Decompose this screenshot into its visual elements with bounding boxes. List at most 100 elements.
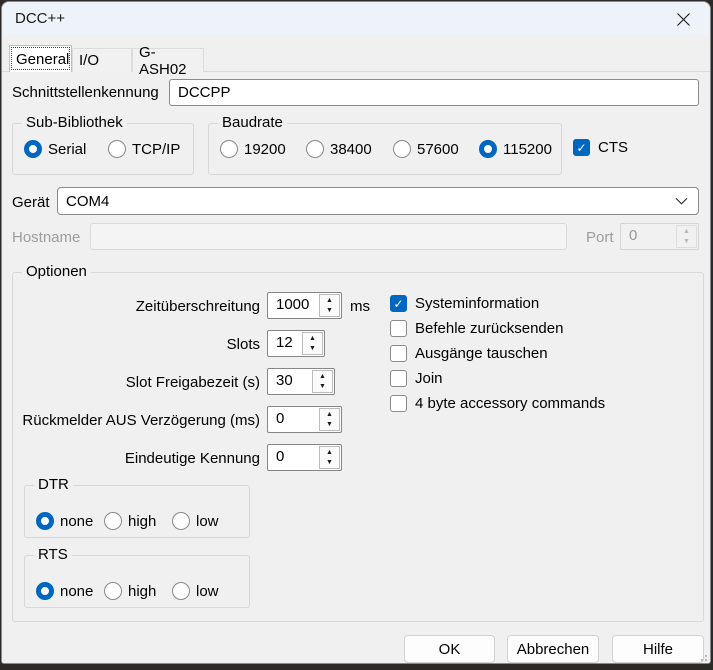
resize-grip[interactable] — [697, 651, 707, 661]
join-checkbox-label: Join — [415, 369, 443, 388]
device-combobox-value: COM4 — [66, 193, 109, 210]
radio-icon — [104, 512, 122, 530]
dtr-radio-low-label: low — [196, 513, 219, 530]
radio-baud-115200[interactable]: 115200 — [479, 139, 552, 159]
device-label: Gerät — [12, 194, 50, 211]
swap-outputs-checkbox[interactable]: ✓ Ausgänge tauschen — [390, 344, 548, 363]
radio-tcpip-label: TCP/IP — [132, 141, 180, 158]
spin-down-icon[interactable]: ▼ — [320, 420, 339, 431]
spin-down-icon: ▼ — [677, 237, 696, 248]
dtr-radio-none-label: none — [60, 513, 93, 530]
tab-g-ash02[interactable]: G-ASH02 — [132, 48, 204, 72]
dcc-settings-dialog: DCC++ General I/O G-ASH02 Schnittstellen… — [1, 1, 711, 664]
radio-icon — [36, 582, 54, 600]
rts-radio-high-label: high — [128, 583, 156, 600]
interface-id-label: Schnittstellenkennung — [12, 84, 159, 101]
dtr-radio-low[interactable]: low — [172, 511, 219, 531]
dtr-group-title: DTR — [34, 476, 73, 493]
slots-spinner[interactable]: 12 ▲ ▼ — [267, 330, 325, 357]
spin-up-icon[interactable]: ▲ — [313, 371, 332, 382]
timeout-spinner[interactable]: 1000 ▲ ▼ — [267, 292, 342, 319]
radio-icon — [172, 582, 190, 600]
cts-checkbox[interactable]: ✓ CTS — [573, 138, 628, 157]
feedback-delay-spinner[interactable]: 0 ▲ ▼ — [267, 406, 342, 433]
checkbox-check-icon: ✓ — [390, 295, 407, 312]
spin-down-icon[interactable]: ▼ — [320, 458, 339, 469]
radio-baud-57600[interactable]: 57600 — [393, 139, 459, 159]
tab-general[interactable]: General — [9, 45, 72, 72]
systeminfo-checkbox-label: Systeminformation — [415, 294, 539, 313]
close-icon[interactable] — [666, 6, 700, 32]
port-spinner-value: 0 — [621, 224, 675, 249]
chevron-down-icon — [675, 197, 688, 205]
checkbox-check-icon: ✓ — [390, 370, 407, 387]
slot-release-spinner[interactable]: 30 ▲ ▼ — [267, 368, 335, 395]
slots-spinner-value[interactable]: 12 — [268, 331, 301, 356]
radio-icon — [306, 140, 324, 158]
radio-icon — [36, 512, 54, 530]
spinner-buttons: ▲ ▼ — [312, 370, 333, 393]
radio-baud-115200-label: 115200 — [503, 141, 552, 158]
spinner-buttons: ▲ ▼ — [319, 294, 340, 317]
radio-baud-19200-label: 19200 — [244, 141, 286, 158]
cts-checkbox-label: CTS — [598, 138, 628, 157]
radio-icon — [393, 140, 411, 158]
rts-radio-low[interactable]: low — [172, 581, 219, 601]
baudrate-group-title: Baudrate — [218, 114, 287, 131]
radio-icon — [104, 582, 122, 600]
accessory-commands-checkbox-label: 4 byte accessory commands — [415, 394, 605, 413]
accessory-commands-checkbox[interactable]: ✓ 4 byte accessory commands — [390, 394, 605, 413]
port-label: Port — [586, 229, 614, 246]
systeminfo-checkbox[interactable]: ✓ Systeminformation — [390, 294, 539, 313]
timeout-spinner-value[interactable]: 1000 — [268, 293, 318, 318]
spin-up-icon[interactable]: ▲ — [320, 409, 339, 420]
rts-group-title: RTS — [34, 546, 72, 563]
spin-up-icon[interactable]: ▲ — [320, 295, 339, 306]
tab-io-label: I/O — [79, 52, 99, 69]
timeout-unit-label: ms — [350, 298, 370, 315]
spin-up-icon[interactable]: ▲ — [320, 447, 339, 458]
spinner-buttons: ▲ ▼ — [676, 225, 697, 248]
feedback-delay-label: Rückmelder AUS Verzögerung (ms) — [22, 412, 260, 429]
radio-icon — [108, 140, 126, 158]
join-checkbox[interactable]: ✓ Join — [390, 369, 443, 388]
radio-baud-38400[interactable]: 38400 — [306, 139, 372, 159]
spin-up-icon: ▲ — [677, 226, 696, 237]
tab-io[interactable]: I/O — [72, 48, 132, 72]
cancel-button[interactable]: Abbrechen — [507, 635, 599, 663]
timeout-label: Zeitüberschreitung — [22, 298, 260, 315]
checkbox-check-icon: ✓ — [573, 139, 590, 156]
dtr-radio-high[interactable]: high — [104, 511, 156, 531]
interface-id-input[interactable] — [169, 79, 699, 106]
device-combobox[interactable]: COM4 — [57, 187, 699, 215]
help-button[interactable]: Hilfe — [612, 635, 704, 663]
echo-commands-checkbox-label: Befehle zurücksenden — [415, 319, 563, 338]
spin-down-icon[interactable]: ▼ — [313, 382, 332, 393]
rts-radio-high[interactable]: high — [104, 581, 156, 601]
echo-commands-checkbox[interactable]: ✓ Befehle zurücksenden — [390, 319, 563, 338]
checkbox-check-icon: ✓ — [390, 345, 407, 362]
feedback-delay-spinner-value[interactable]: 0 — [268, 407, 318, 432]
radio-icon — [479, 140, 497, 158]
unique-id-spinner[interactable]: 0 ▲ ▼ — [267, 444, 342, 471]
ok-button[interactable]: OK — [404, 635, 495, 663]
spin-up-icon[interactable]: ▲ — [303, 333, 322, 344]
spinner-buttons: ▲ ▼ — [319, 446, 340, 469]
slot-release-spinner-value[interactable]: 30 — [268, 369, 311, 394]
swap-outputs-checkbox-label: Ausgänge tauschen — [415, 344, 548, 363]
unique-id-label: Eindeutige Kennung — [22, 450, 260, 467]
dtr-radio-none[interactable]: none — [36, 511, 93, 531]
port-spinner: 0 ▲ ▼ — [620, 223, 699, 250]
spin-down-icon[interactable]: ▼ — [303, 344, 322, 355]
radio-serial-label: Serial — [48, 141, 86, 158]
radio-tcpip[interactable]: TCP/IP — [108, 139, 180, 159]
rts-radio-none[interactable]: none — [36, 581, 93, 601]
radio-serial[interactable]: Serial — [24, 139, 86, 159]
title-bar: DCC++ — [2, 2, 710, 35]
spin-down-icon[interactable]: ▼ — [320, 306, 339, 317]
spinner-buttons: ▲ ▼ — [319, 408, 340, 431]
tab-g-ash02-label: G-ASH02 — [139, 44, 203, 78]
options-group-title: Optionen — [22, 263, 91, 280]
unique-id-spinner-value[interactable]: 0 — [268, 445, 318, 470]
radio-baud-19200[interactable]: 19200 — [220, 139, 286, 159]
